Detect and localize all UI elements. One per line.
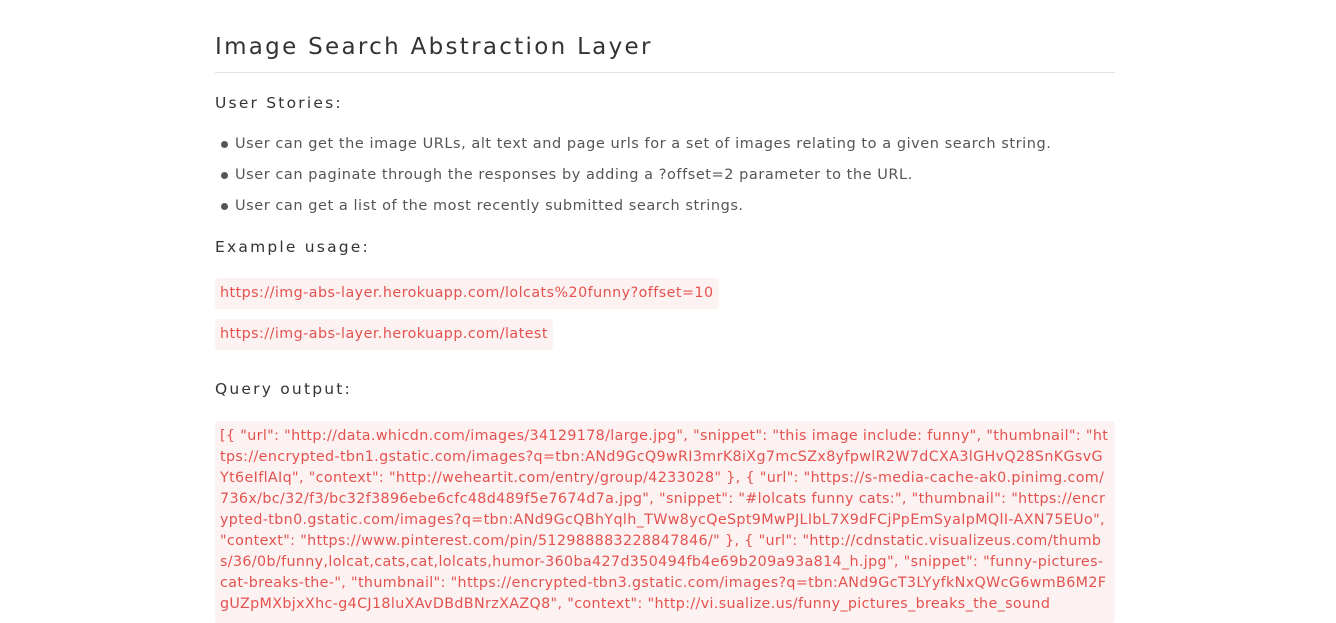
bullet-icon [221,172,228,179]
user-story-text: User can get the image URLs, alt text an… [235,136,1052,152]
user-story-text: User can paginate through the responses … [235,167,913,183]
list-item: User can get a list of the most recently… [215,195,1051,226]
list-item: User can paginate through the responses … [215,164,1051,195]
title-divider [215,72,1115,73]
list-item: User can get the image URLs, alt text an… [215,133,1051,164]
bullet-icon [221,141,228,148]
user-stories-list: User can get the image URLs, alt text an… [215,133,1051,226]
example-url-latest[interactable]: https://img-abs-layer.herokuapp.com/late… [215,319,553,350]
example-usage-heading: Example usage: [215,238,370,256]
user-stories-heading: User Stories: [215,94,343,112]
bullet-icon [221,203,228,210]
page-title: Image Search Abstraction Layer [215,34,653,60]
query-output-code: [{ "url": "http://data.whicdn.com/images… [215,421,1115,623]
example-url-search[interactable]: https://img-abs-layer.herokuapp.com/lolc… [215,278,719,309]
query-output-heading: Query output: [215,380,352,398]
user-story-text: User can get a list of the most recently… [235,198,744,214]
